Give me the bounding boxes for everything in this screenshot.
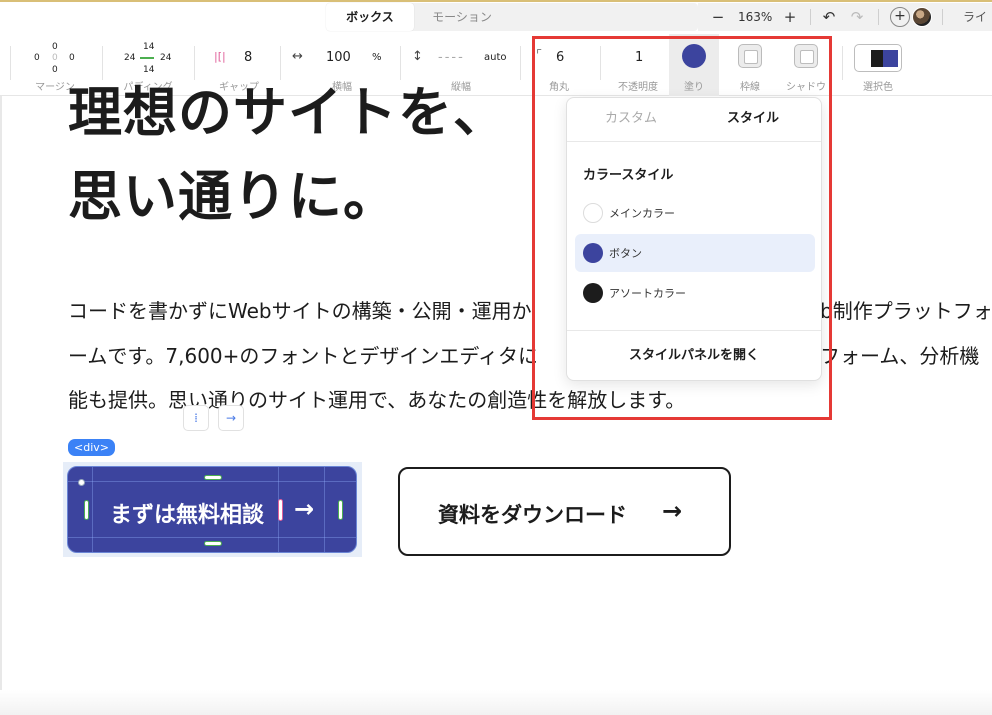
margin-center: 0 <box>52 53 58 63</box>
tab-box[interactable]: ボックス <box>326 3 414 31</box>
prop-divider <box>520 46 521 80</box>
align-control-icon[interactable]: ⁞ <box>183 405 209 431</box>
gap-handle[interactable] <box>278 499 283 521</box>
padding-guide <box>324 467 325 552</box>
margin-bottom[interactable]: 0 <box>52 65 58 75</box>
prop-divider <box>842 46 843 80</box>
undo-icon[interactable]: ↶ <box>818 3 840 31</box>
toolbar-divider <box>810 9 811 25</box>
add-collaborator-icon[interactable]: + <box>890 7 910 27</box>
canvas-bottom-edge <box>0 690 992 715</box>
width-icon: ↔ <box>292 49 303 64</box>
padding-top-handle[interactable] <box>204 475 222 480</box>
width-unit[interactable]: % <box>372 52 382 63</box>
tab-motion[interactable]: モーション <box>418 3 506 31</box>
zoom-in-button[interactable]: + <box>780 3 800 31</box>
margin-right[interactable]: 0 <box>69 53 75 63</box>
element-tag-badge[interactable]: <div> <box>68 439 115 456</box>
secondary-cta-button[interactable]: 資料をダウンロード → <box>398 467 731 556</box>
redo-icon[interactable]: ↷ <box>846 3 868 31</box>
height-value[interactable]: ---- <box>438 50 465 65</box>
width-value[interactable]: 100 <box>326 50 351 65</box>
top-accent-line <box>0 0 992 2</box>
padding-left[interactable]: 24 <box>124 53 135 63</box>
resize-corner-handle[interactable] <box>78 479 85 486</box>
padding-guide <box>68 537 356 538</box>
padding-right[interactable]: 24 <box>160 53 171 63</box>
prop-divider <box>10 46 11 80</box>
selection-color-label: 選択色 <box>863 82 893 93</box>
live-label[interactable]: ライ <box>963 3 987 31</box>
padding-left-handle[interactable] <box>84 500 89 520</box>
selection-color-dark <box>871 50 883 67</box>
padding-guide <box>92 467 93 552</box>
zoom-controls: − 163% + ↶ ↷ + ライ <box>698 3 992 31</box>
height-icon: ↕ <box>412 49 423 64</box>
gap-value[interactable]: 8 <box>244 50 252 65</box>
mode-tabs: ボックス モーション <box>326 3 698 31</box>
avatar[interactable] <box>912 7 932 27</box>
toolbar-divider <box>878 9 879 25</box>
toolbar-divider <box>942 9 943 25</box>
gap-icon: |[| <box>214 50 226 63</box>
direction-arrow-icon[interactable]: → <box>218 405 244 431</box>
body-text-line-2[interactable]: ームです。7,600+のフォントとデザインエディタに <box>68 340 538 369</box>
primary-cta-button[interactable]: まずは無料相談 → <box>67 466 357 553</box>
margin-top[interactable]: 0 <box>52 42 58 52</box>
arrow-right-icon: → <box>294 495 315 523</box>
canvas-edge <box>0 96 2 715</box>
hero-heading-line-2[interactable]: 思い通りに。 <box>68 152 398 231</box>
secondary-cta-label: 資料をダウンロード <box>438 503 627 527</box>
body-text-line-1[interactable]: コードを書かずにWebサイトの構築・公開・運用か <box>68 295 532 324</box>
selection-color-swatch[interactable] <box>854 44 902 72</box>
selection-color-blue <box>883 50 898 67</box>
body-text-fragment-1[interactable]: b制作プラットフォ <box>820 295 992 324</box>
margin-left[interactable]: 0 <box>34 53 40 63</box>
arrow-right-icon: → <box>662 497 683 525</box>
height-unit[interactable]: auto <box>484 52 507 63</box>
padding-top[interactable]: 14 <box>143 42 154 52</box>
zoom-out-button[interactable]: − <box>708 3 728 31</box>
padding-guide <box>68 481 356 482</box>
padding-right-handle[interactable] <box>338 500 343 520</box>
highlight-annotation-box <box>532 36 832 420</box>
body-text-fragment-2[interactable]: フォーム、分析機 <box>820 340 979 369</box>
primary-cta-label[interactable]: まずは無料相談 <box>110 497 264 529</box>
hero-heading-line-1[interactable]: 理想のサイトを、 <box>68 68 508 147</box>
top-bar: ボックス モーション − 163% + ↶ ↷ + ライ <box>0 0 992 34</box>
zoom-level[interactable]: 163% <box>738 3 772 31</box>
padding-bottom-handle[interactable] <box>204 541 222 546</box>
selected-element-outline[interactable]: まずは無料相談 → <box>63 462 362 557</box>
